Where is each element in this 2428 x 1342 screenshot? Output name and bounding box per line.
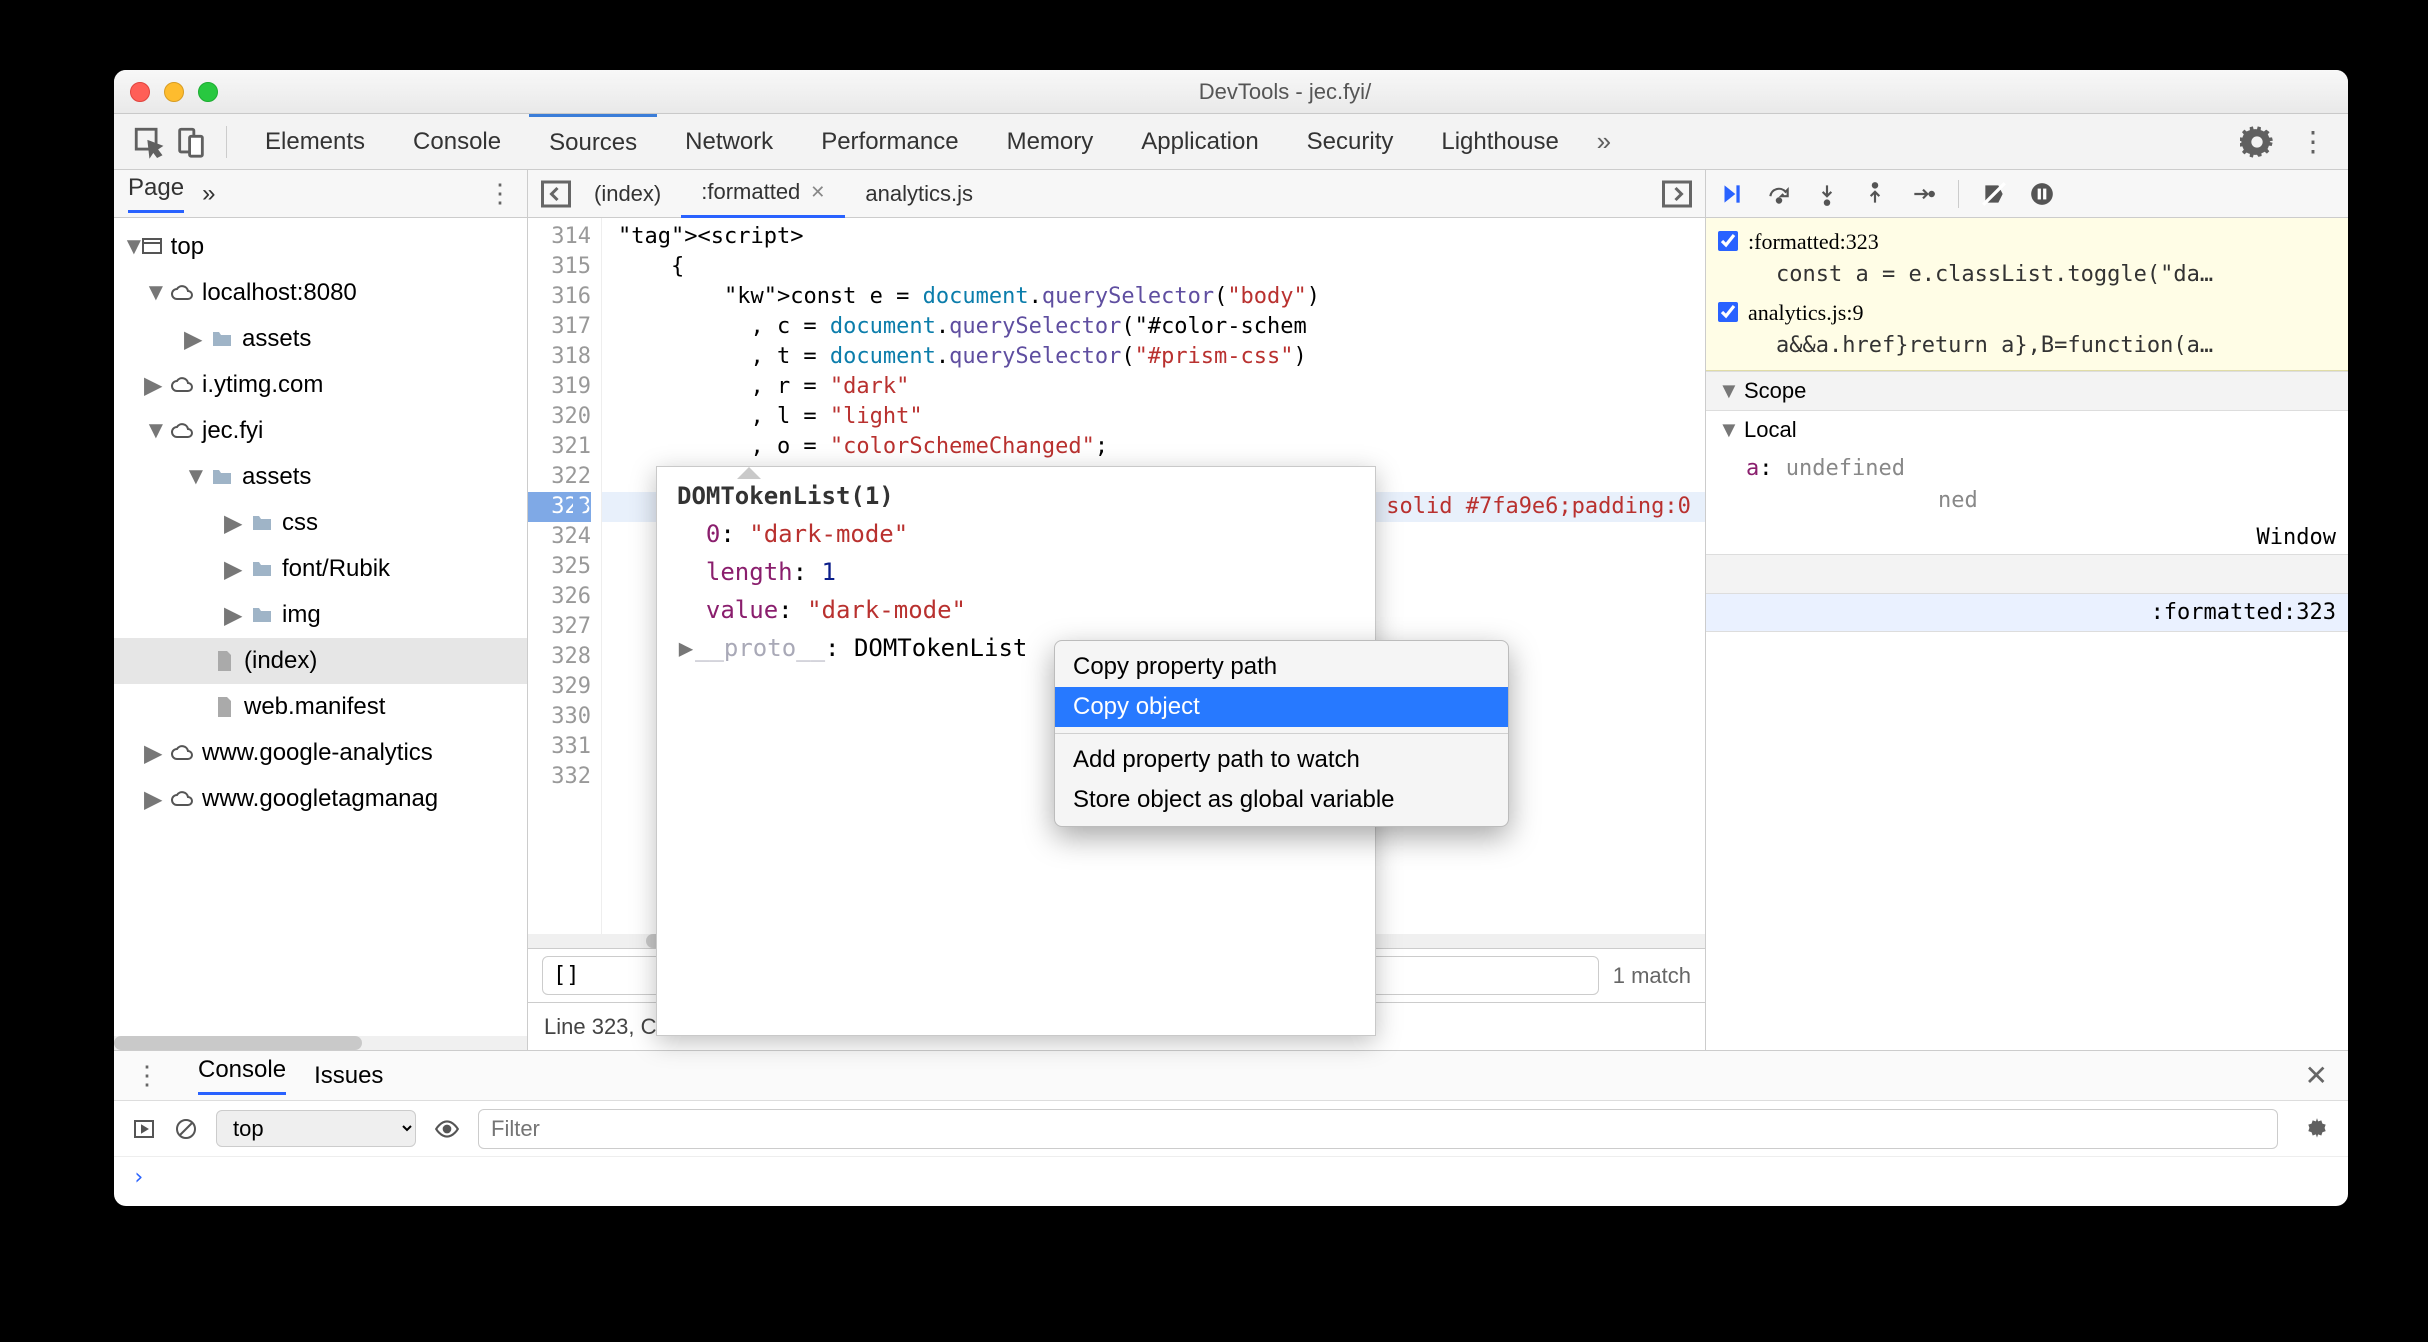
page-tab[interactable]: Page <box>128 174 184 213</box>
console-prompt[interactable]: › <box>114 1157 2348 1198</box>
separator <box>1055 733 1508 734</box>
tab-sources[interactable]: Sources <box>529 114 657 170</box>
gear-icon[interactable] <box>2240 125 2274 159</box>
scope-window[interactable]: Window <box>1706 521 2348 554</box>
nav-back-icon[interactable] <box>538 176 574 212</box>
pause-exc-icon[interactable] <box>2029 181 2055 207</box>
tree-host[interactable]: ▼jec.fyi <box>114 408 527 454</box>
tree-folder[interactable]: ▶css <box>114 500 527 546</box>
devtools-window: DevTools - jec.fyi/ Elements Console Sou… <box>114 70 2348 1206</box>
deactivate-bp-icon[interactable] <box>1981 181 2007 207</box>
navigator-panel: Page » ⋮ ▼ top ▼localhost:8080 ▶assets ▶… <box>114 170 528 1050</box>
gear-icon[interactable] <box>2304 1116 2330 1142</box>
popup-row[interactable]: 0: "dark-mode" <box>677 515 1375 553</box>
zoom-icon[interactable] <box>198 82 218 102</box>
context-menu: Copy property path Copy object Add prope… <box>1054 640 1509 827</box>
step-out-icon[interactable] <box>1862 181 1888 207</box>
ctx-store-global[interactable]: Store object as global variable <box>1055 780 1508 820</box>
debugger-controls <box>1706 170 2348 218</box>
callstack-frame[interactable]: :formatted:323 <box>1706 594 2348 632</box>
more-tabs-icon[interactable]: » <box>1587 125 1621 159</box>
titlebar: DevTools - jec.fyi/ <box>114 70 2348 114</box>
console-drawer: ⋮ Console Issues ✕ top › <box>114 1050 2348 1206</box>
tree-file[interactable]: (index) <box>114 638 527 684</box>
more-tabs-icon[interactable]: » <box>202 180 215 208</box>
navigator-tabs: Page » ⋮ <box>114 170 527 218</box>
scope-vars: a: undefined ned <box>1706 449 2348 521</box>
tab-memory[interactable]: Memory <box>987 114 1114 170</box>
tab-performance[interactable]: Performance <box>801 114 978 170</box>
callstack-header[interactable]: ▼ <box>1706 554 2348 594</box>
line-gutter[interactable]: 3143153163173183193203213223233243253263… <box>528 218 602 934</box>
editor-tab[interactable]: (index) <box>574 170 681 218</box>
play-icon[interactable] <box>132 1117 156 1141</box>
editor-tab[interactable]: analytics.js <box>845 170 993 218</box>
tree-host[interactable]: ▶www.google-analytics <box>114 730 527 776</box>
editor-tabs: (index) :formatted✕ analytics.js <box>528 170 1705 218</box>
bp-checkbox[interactable] <box>1718 231 1738 251</box>
tree-host[interactable]: ▼localhost:8080 <box>114 270 527 316</box>
breakpoints-list: :formatted:323const a = e.classList.togg… <box>1706 218 2348 371</box>
editor-tab[interactable]: :formatted✕ <box>681 170 845 218</box>
tree-folder[interactable]: ▶assets <box>114 316 527 362</box>
minimize-icon[interactable] <box>164 82 184 102</box>
tab-console[interactable]: Console <box>393 114 521 170</box>
tree-top[interactable]: ▼ top <box>114 224 527 270</box>
tab-security[interactable]: Security <box>1287 114 1414 170</box>
separator <box>1958 180 1959 208</box>
window-title: DevTools - jec.fyi/ <box>238 79 2332 105</box>
match-count: 1 match <box>1613 963 1691 989</box>
breakpoint-item[interactable]: :formatted:323const a = e.classList.togg… <box>1718 226 2336 291</box>
tab-elements[interactable]: Elements <box>245 114 385 170</box>
drawer-tab-console[interactable]: Console <box>198 1056 286 1095</box>
bp-checkbox[interactable] <box>1718 302 1738 322</box>
popup-title: DOMTokenList(1) <box>677 477 1375 515</box>
tab-application[interactable]: Application <box>1121 114 1278 170</box>
filter-input[interactable] <box>478 1109 2278 1149</box>
window-controls <box>130 82 218 102</box>
close-icon[interactable]: ✕ <box>810 182 825 203</box>
scope-local[interactable]: ▼Local <box>1706 411 2348 449</box>
close-icon[interactable] <box>130 82 150 102</box>
breakpoint-item[interactable]: analytics.js:9a&&a.href}return a},B=func… <box>1718 297 2336 362</box>
tree-host[interactable]: ▶www.googletagmanag <box>114 776 527 822</box>
kebab-icon[interactable]: ⋮ <box>134 1060 160 1091</box>
inspect-icon[interactable] <box>132 125 166 159</box>
tree-folder[interactable]: ▶img <box>114 592 527 638</box>
separator <box>226 126 227 158</box>
ctx-add-watch[interactable]: Add property path to watch <box>1055 740 1508 780</box>
drawer-tab-issues[interactable]: Issues <box>314 1062 383 1090</box>
h-scrollbar[interactable] <box>114 1036 527 1050</box>
drawer-tabs: ⋮ Console Issues ✕ <box>114 1051 2348 1101</box>
scope-header[interactable]: ▼Scope <box>1706 371 2348 411</box>
nav-fwd-icon[interactable] <box>1659 176 1695 212</box>
close-icon[interactable]: ✕ <box>2305 1059 2328 1092</box>
kebab-icon[interactable]: ⋮ <box>487 178 513 209</box>
eye-icon[interactable] <box>434 1116 460 1142</box>
tree-file[interactable]: web.manifest <box>114 684 527 730</box>
ctx-copy-object[interactable]: Copy object <box>1055 687 1508 727</box>
tab-lighthouse[interactable]: Lighthouse <box>1421 114 1578 170</box>
step-icon[interactable] <box>1910 181 1936 207</box>
kebab-icon[interactable]: ⋮ <box>2296 125 2330 159</box>
popup-row[interactable]: length: 1 <box>677 553 1375 591</box>
tab-network[interactable]: Network <box>665 114 793 170</box>
tree-folder[interactable]: ▶font/Rubik <box>114 546 527 592</box>
resume-icon[interactable] <box>1718 181 1744 207</box>
console-toolbar: top <box>114 1101 2348 1157</box>
tree-host[interactable]: ▶i.ytimg.com <box>114 362 527 408</box>
step-into-icon[interactable] <box>1814 181 1840 207</box>
main-toolbar: Elements Console Sources Network Perform… <box>114 114 2348 170</box>
file-tree[interactable]: ▼ top ▼localhost:8080 ▶assets ▶i.ytimg.c… <box>114 218 527 1036</box>
debugger-panel: :formatted:323const a = e.classList.togg… <box>1706 170 2348 1050</box>
tree-folder[interactable]: ▼assets <box>114 454 527 500</box>
context-select[interactable]: top <box>216 1110 416 1147</box>
step-over-icon[interactable] <box>1766 181 1792 207</box>
popup-row[interactable]: value: "dark-mode" <box>677 591 1375 629</box>
clear-icon[interactable] <box>174 1117 198 1141</box>
ctx-copy-property-path[interactable]: Copy property path <box>1055 647 1508 687</box>
device-toggle-icon[interactable] <box>174 125 208 159</box>
